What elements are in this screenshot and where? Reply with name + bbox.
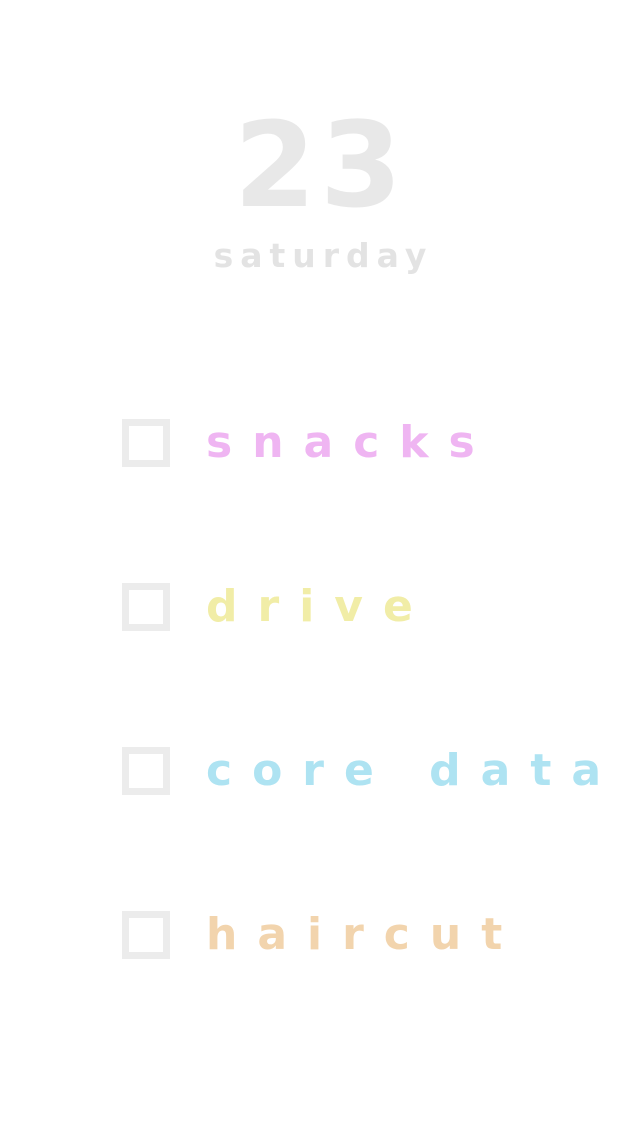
task-item: haircut <box>122 910 522 960</box>
task-item: drive <box>122 582 433 632</box>
task-label[interactable]: snacks <box>206 418 495 468</box>
task-label[interactable]: haircut <box>206 910 522 960</box>
task-label[interactable]: drive <box>206 582 433 632</box>
task-list: snacks drive core data haircut <box>0 0 640 1136</box>
task-item: snacks <box>122 418 495 468</box>
task-checkbox[interactable] <box>122 911 170 959</box>
task-checkbox[interactable] <box>122 419 170 467</box>
task-item: core data <box>122 746 621 796</box>
task-label[interactable]: core data <box>206 746 621 796</box>
task-checkbox[interactable] <box>122 747 170 795</box>
task-checkbox[interactable] <box>122 583 170 631</box>
